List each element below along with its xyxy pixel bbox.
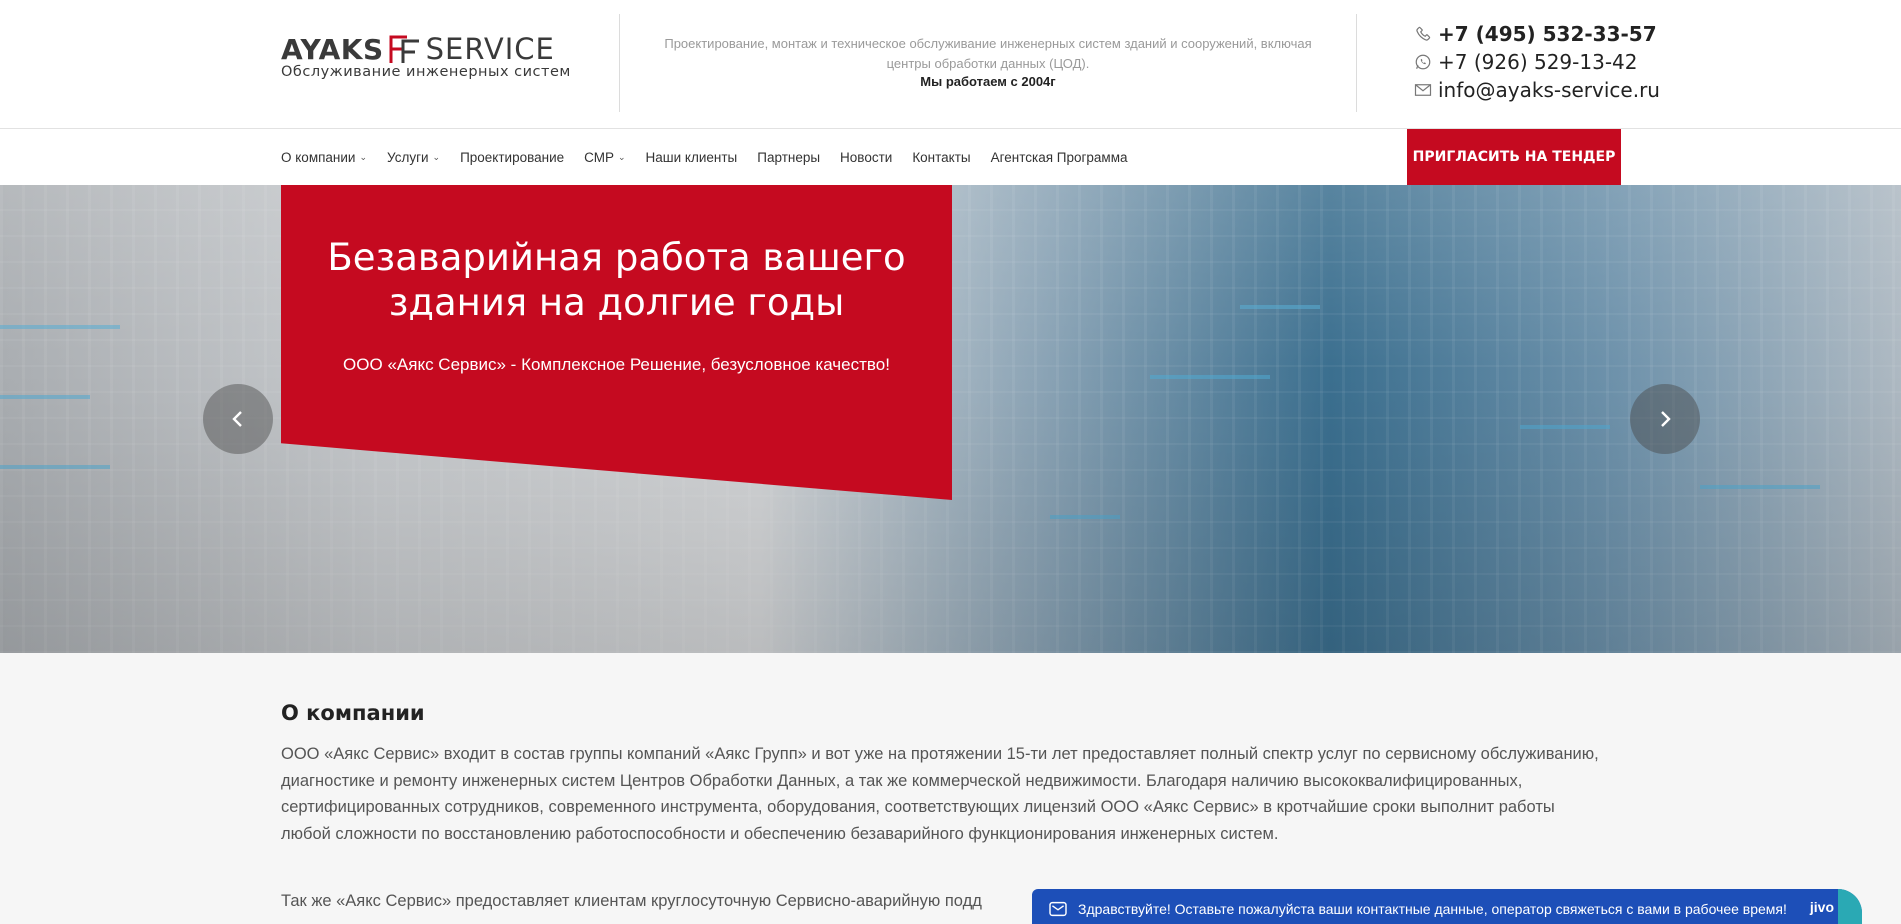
logo[interactable]: AYAKS SERVICE Обслуживание инженерных си… xyxy=(281,32,581,90)
chat-widget[interactable]: Здравствуйте! Оставьте пожалуйста ваши к… xyxy=(1032,889,1862,924)
phone-whatsapp-text: +7 (926) 529-13-42 xyxy=(1438,50,1638,74)
about-paragraph: ООО «Аякс Сервис» входит в состав группы… xyxy=(281,745,1599,843)
nav-item[interactable]: Контакты xyxy=(912,150,970,165)
nav-item[interactable]: Партнеры xyxy=(757,150,820,165)
contact-phone-whatsapp[interactable]: +7 (926) 529-13-42 xyxy=(1412,48,1692,76)
logo-brand-right: SERVICE xyxy=(425,32,555,66)
logo-brand-left: AYAKS xyxy=(281,32,384,66)
header-tagline: Проектирование, монтаж и техническое обс… xyxy=(664,36,1312,71)
phone-main-text: +7 (495) 532-33-57 xyxy=(1438,22,1657,46)
envelope-icon xyxy=(1412,79,1434,101)
nav-item[interactable]: СМР ⌄ xyxy=(584,150,625,165)
nav-item-label: Новости xyxy=(840,149,893,165)
chevron-right-icon xyxy=(1661,411,1671,427)
header-divider xyxy=(619,14,620,112)
chat-brand: jivo xyxy=(1809,899,1834,915)
header-divider xyxy=(1356,14,1357,112)
chat-message: Здравствуйте! Оставьте пожалуйста ваши к… xyxy=(1078,901,1787,917)
mail-icon xyxy=(1049,901,1067,917)
chevron-down-icon: ⌄ xyxy=(359,151,368,162)
whatsapp-icon xyxy=(1412,51,1434,73)
contact-phone-main[interactable]: +7 (495) 532-33-57 xyxy=(1412,20,1692,48)
nav-item-label: Наши клиенты xyxy=(645,149,738,165)
email-text: info@ayaks-service.ru xyxy=(1438,78,1660,102)
about-title: О компании xyxy=(281,701,425,725)
slider-next-button[interactable] xyxy=(1630,384,1700,454)
nav-item[interactable]: Наши клиенты xyxy=(646,150,738,165)
nav-item[interactable]: Проектирование xyxy=(460,150,564,165)
nav-item[interactable]: Услуги ⌄ xyxy=(387,150,440,165)
main-nav: О компании ⌄ Услуги ⌄ Проектирование СМР ⌄ Наши… xyxy=(0,129,1901,185)
invite-tender-button[interactable]: ПРИГЛАСИТЬ НА ТЕНДЕР xyxy=(1407,129,1621,185)
chevron-down-icon: ⌄ xyxy=(432,151,441,162)
site-header: AYAKS SERVICE Обслуживание инженерных си… xyxy=(0,0,1901,129)
nav-item[interactable]: Новости xyxy=(840,150,892,165)
header-since: Мы работаем с 2004г xyxy=(920,74,1056,89)
nav-item-label: Контакты xyxy=(912,149,971,165)
nav-menu: О компании ⌄ Услуги ⌄ Проектирование СМР ⌄ Наши… xyxy=(281,129,1148,185)
contact-email[interactable]: info@ayaks-service.ru xyxy=(1412,76,1692,104)
logo-wordmark: AYAKS SERVICE xyxy=(281,32,581,66)
chevron-left-icon xyxy=(232,411,242,427)
hero-slider: Безаварийная работа вашего здания на дол… xyxy=(0,185,1901,653)
hero-subtitle: ООО «Аякс Сервис» - Комплексное Решение,… xyxy=(343,355,890,374)
hero-title: Безаварийная работа вашего здания на дол… xyxy=(327,236,906,324)
nav-item-label: Партнеры xyxy=(757,149,821,165)
logo-subtitle: Обслуживание инженерных систем xyxy=(281,64,571,80)
logo-mark-icon xyxy=(389,35,419,63)
nav-item-label: Проектирование xyxy=(460,149,565,165)
nav-item[interactable]: О компании ⌄ xyxy=(281,150,367,165)
slider-prev-button[interactable] xyxy=(203,384,273,454)
phone-icon xyxy=(1412,23,1434,45)
nav-item-label: О компании xyxy=(281,149,356,165)
nav-item-label: Услуги xyxy=(387,149,429,165)
header-contacts: +7 (495) 532-33-57 +7 (926) 529-13-42 in… xyxy=(1412,20,1692,104)
chevron-down-icon: ⌄ xyxy=(618,151,626,162)
about-section: О компании ООО «Аякс Сервис» входит в со… xyxy=(0,653,1901,924)
nav-item[interactable]: Агентская Программа xyxy=(991,150,1128,165)
nav-item-label: Агентская Программа xyxy=(990,149,1128,165)
nav-item-label: СМР xyxy=(584,149,614,165)
